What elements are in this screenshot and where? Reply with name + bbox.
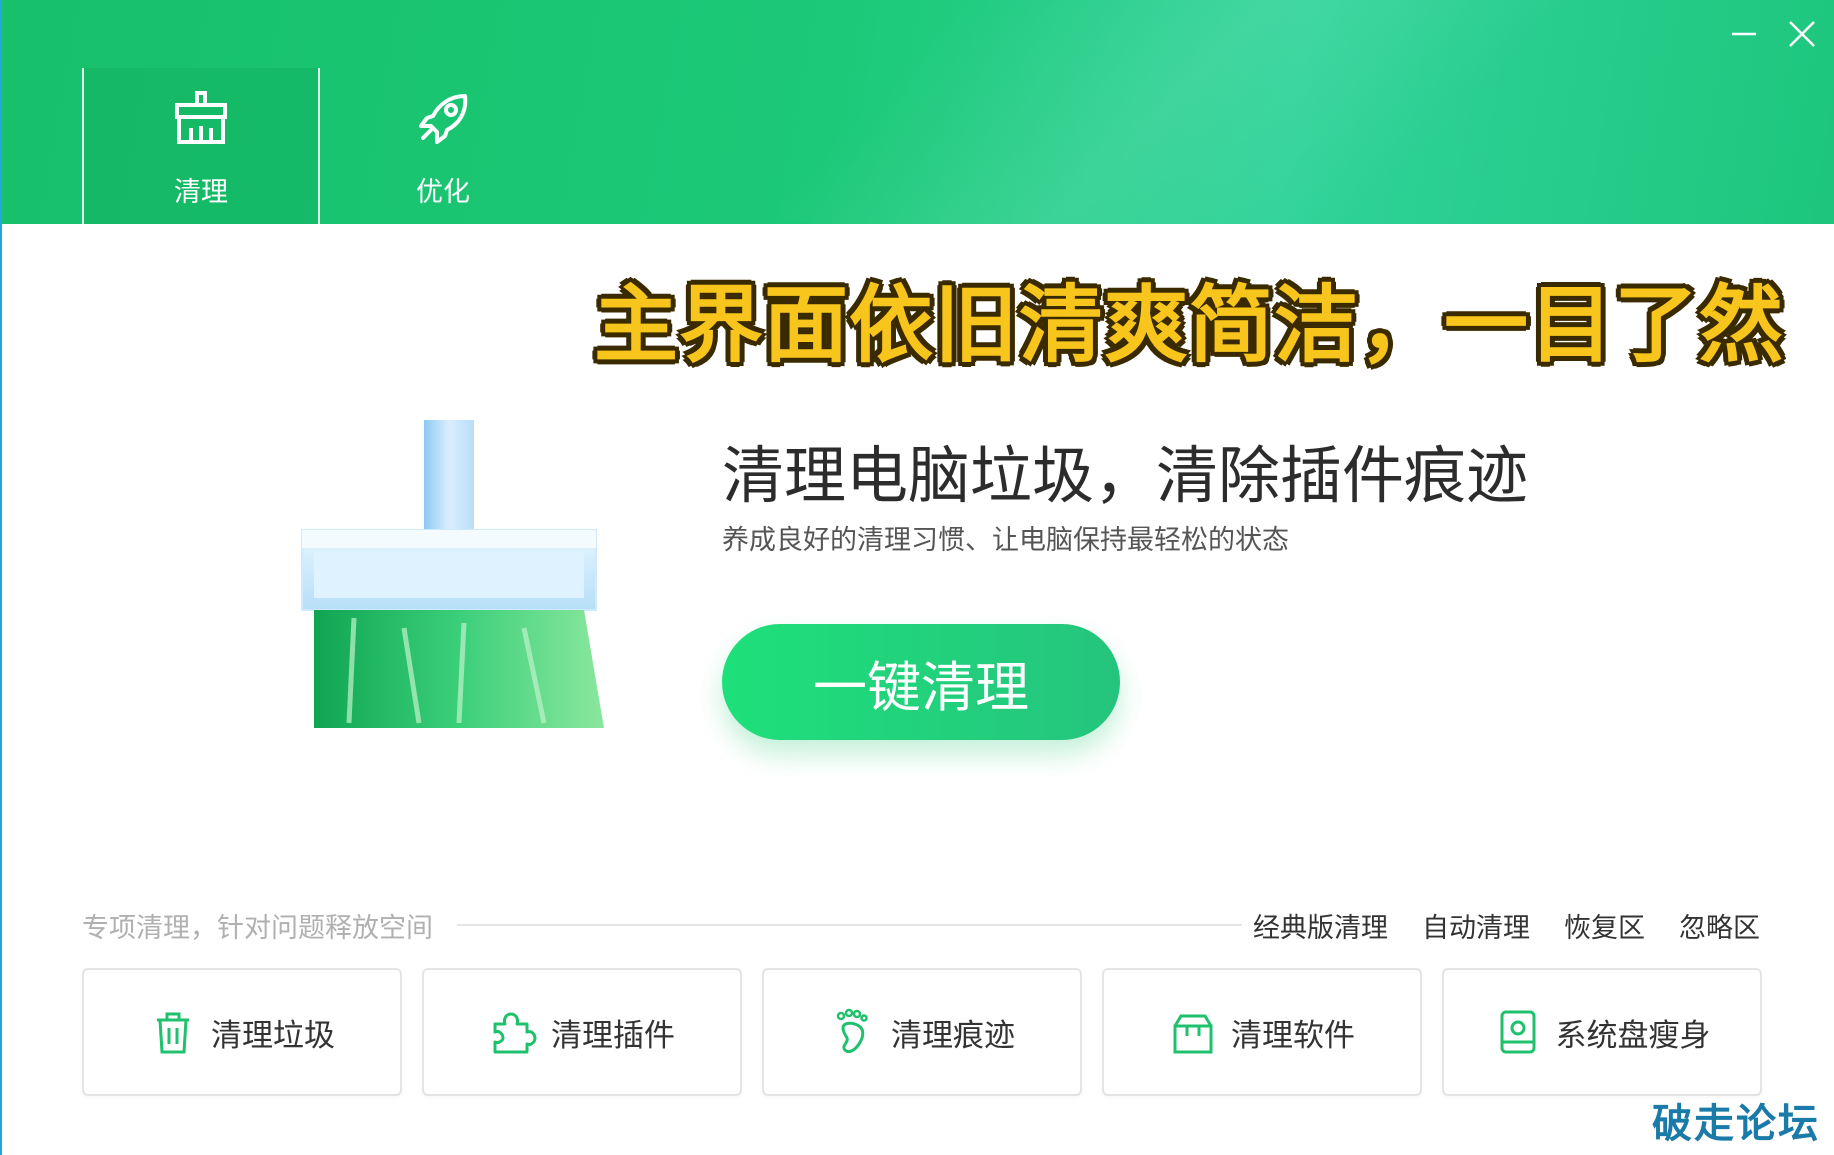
- promo-banner: 主界面依旧清爽简洁，一目了然: [594, 276, 1785, 374]
- main-subtitle: 养成良好的清理习惯、让电脑保持最轻松的状态: [722, 525, 1289, 556]
- link-restore-area[interactable]: 恢复区: [1564, 906, 1645, 945]
- close-icon[interactable]: [1782, 14, 1822, 54]
- card-clean-traces[interactable]: 清理痕迹: [762, 968, 1082, 1096]
- tab-optimize[interactable]: 优化: [324, 68, 562, 224]
- minimize-icon[interactable]: [1724, 14, 1764, 54]
- one-click-clean-button[interactable]: 一键清理: [722, 624, 1120, 740]
- divider: [457, 924, 1242, 926]
- special-clean-cards: 清理垃圾 清理插件 清理痕迹 清理软件 系统盘瘦身: [82, 968, 1762, 1096]
- disk-icon: [1500, 1010, 1535, 1054]
- watermark: 破走论坛: [1652, 1101, 1820, 1147]
- broom-illustration: [301, 420, 604, 728]
- card-system-disk-slim[interactable]: 系统盘瘦身: [1442, 968, 1762, 1096]
- card-clean-plugins[interactable]: 清理插件: [422, 968, 742, 1096]
- rocket-icon: [419, 94, 468, 144]
- broom-icon: [175, 91, 227, 144]
- card-label: 清理软件: [1231, 1017, 1355, 1054]
- card-clean-software[interactable]: 清理软件: [1102, 968, 1422, 1096]
- header-bar: 清理 优化: [2, 0, 1834, 224]
- puzzle-icon: [493, 1012, 537, 1054]
- tab-clean[interactable]: 清理: [82, 68, 320, 224]
- card-label: 系统盘瘦身: [1555, 1017, 1711, 1054]
- footprint-icon: [836, 1008, 868, 1054]
- main-title: 清理电脑垃圾，清除插件痕迹: [722, 439, 1529, 512]
- card-label: 清理垃圾: [211, 1017, 335, 1054]
- tab-optimize-label: 优化: [416, 177, 470, 208]
- special-clean-label: 专项清理，针对问题释放空间: [82, 913, 433, 944]
- app-window: 清理 优化 主界面依旧清爽简洁，一目了然 清理电脑垃圾，清除插件痕迹 养成良好的…: [0, 0, 1834, 1155]
- card-clean-junk[interactable]: 清理垃圾: [82, 968, 402, 1096]
- secondary-links: 经典版清理 自动清理 恢复区 忽略区: [1253, 906, 1760, 945]
- card-label: 清理痕迹: [891, 1017, 1015, 1054]
- link-classic-clean[interactable]: 经典版清理: [1253, 906, 1388, 945]
- trash-icon: [157, 1012, 189, 1054]
- tab-clean-label: 清理: [174, 177, 228, 208]
- card-label: 清理插件: [551, 1017, 675, 1054]
- software-box-icon: [1173, 1014, 1213, 1054]
- link-ignore-area[interactable]: 忽略区: [1679, 906, 1760, 945]
- link-auto-clean[interactable]: 自动清理: [1422, 906, 1530, 945]
